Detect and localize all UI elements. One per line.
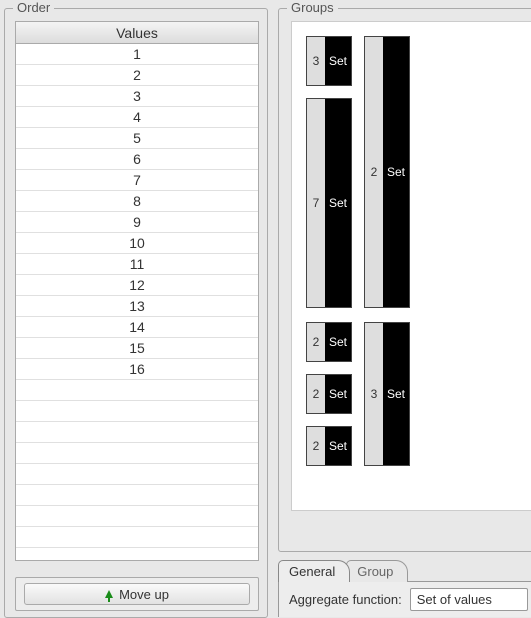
group-set-label: Set <box>325 427 351 465</box>
group-set-label: Set <box>325 99 351 307</box>
table-row[interactable]: 15 <box>16 338 258 359</box>
group-box[interactable]: 3Set <box>306 36 352 86</box>
group-set-label: Set <box>325 375 351 413</box>
table-row[interactable]: 6 <box>16 149 258 170</box>
group-box[interactable]: 2Set <box>306 374 352 414</box>
arrow-up-icon <box>105 590 113 598</box>
table-row[interactable]: . <box>16 527 258 548</box>
table-row[interactable]: . <box>16 485 258 506</box>
table-row[interactable]: 8 <box>16 191 258 212</box>
tab-group[interactable]: Group <box>346 560 408 582</box>
tabs-area: General Group Aggregate function: Set of… <box>278 558 531 614</box>
table-row[interactable]: 14 <box>16 317 258 338</box>
aggregate-function-select[interactable]: Set of values <box>410 588 528 611</box>
group-count: 3 <box>365 323 383 465</box>
group-count: 2 <box>307 323 325 361</box>
group-box[interactable]: 2Set <box>306 322 352 362</box>
group-set-label: Set <box>325 37 351 85</box>
group-box[interactable]: 2Set <box>364 36 410 308</box>
table-row[interactable]: 1 <box>16 44 258 65</box>
moveup-frame: Move up <box>15 577 259 611</box>
table-row[interactable]: . <box>16 380 258 401</box>
group-set-label: Set <box>325 323 351 361</box>
order-panel: Order Values 12345678910111213141516....… <box>4 8 268 618</box>
order-title: Order <box>13 0 54 15</box>
group-set-label: Set <box>383 323 409 465</box>
table-row[interactable]: 12 <box>16 275 258 296</box>
group-count: 2 <box>307 427 325 465</box>
tab-strip: General Group <box>278 558 531 582</box>
group-count: 7 <box>307 99 325 307</box>
table-row[interactable]: 10 <box>16 233 258 254</box>
group-count: 3 <box>307 37 325 85</box>
group-box[interactable]: 3Set <box>364 322 410 466</box>
move-up-button[interactable]: Move up <box>24 583 250 605</box>
table-row[interactable]: 4 <box>16 107 258 128</box>
table-row[interactable]: 3 <box>16 86 258 107</box>
tab-general[interactable]: General <box>278 560 350 582</box>
values-table[interactable]: Values 12345678910111213141516........ <box>15 21 259 561</box>
table-row[interactable]: . <box>16 443 258 464</box>
table-row[interactable]: . <box>16 506 258 527</box>
group-count: 2 <box>307 375 325 413</box>
table-row[interactable]: 5 <box>16 128 258 149</box>
move-up-label: Move up <box>119 587 169 602</box>
groups-canvas[interactable]: 3Set7Set2Set2Set2Set2Set3Set <box>291 21 531 511</box>
groups-inner: 3Set7Set2Set2Set2Set2Set3Set <box>292 22 531 510</box>
table-row[interactable]: . <box>16 401 258 422</box>
group-box[interactable]: 7Set <box>306 98 352 308</box>
groups-panel: Groups 3Set7Set2Set2Set2Set2Set3Set <box>278 8 531 552</box>
table-row[interactable]: . <box>16 422 258 443</box>
table-row[interactable]: 7 <box>16 170 258 191</box>
values-list: 12345678910111213141516........ <box>16 44 258 548</box>
table-row[interactable]: 2 <box>16 65 258 86</box>
table-row[interactable]: 11 <box>16 254 258 275</box>
values-header[interactable]: Values <box>16 22 258 44</box>
group-count: 2 <box>365 37 383 307</box>
table-row[interactable]: 9 <box>16 212 258 233</box>
group-box[interactable]: 2Set <box>306 426 352 466</box>
groups-title: Groups <box>287 0 338 15</box>
table-row[interactable]: . <box>16 464 258 485</box>
aggregate-function-label: Aggregate function: <box>289 592 402 607</box>
table-row[interactable]: 16 <box>16 359 258 380</box>
table-row[interactable]: 13 <box>16 296 258 317</box>
group-set-label: Set <box>383 37 409 307</box>
